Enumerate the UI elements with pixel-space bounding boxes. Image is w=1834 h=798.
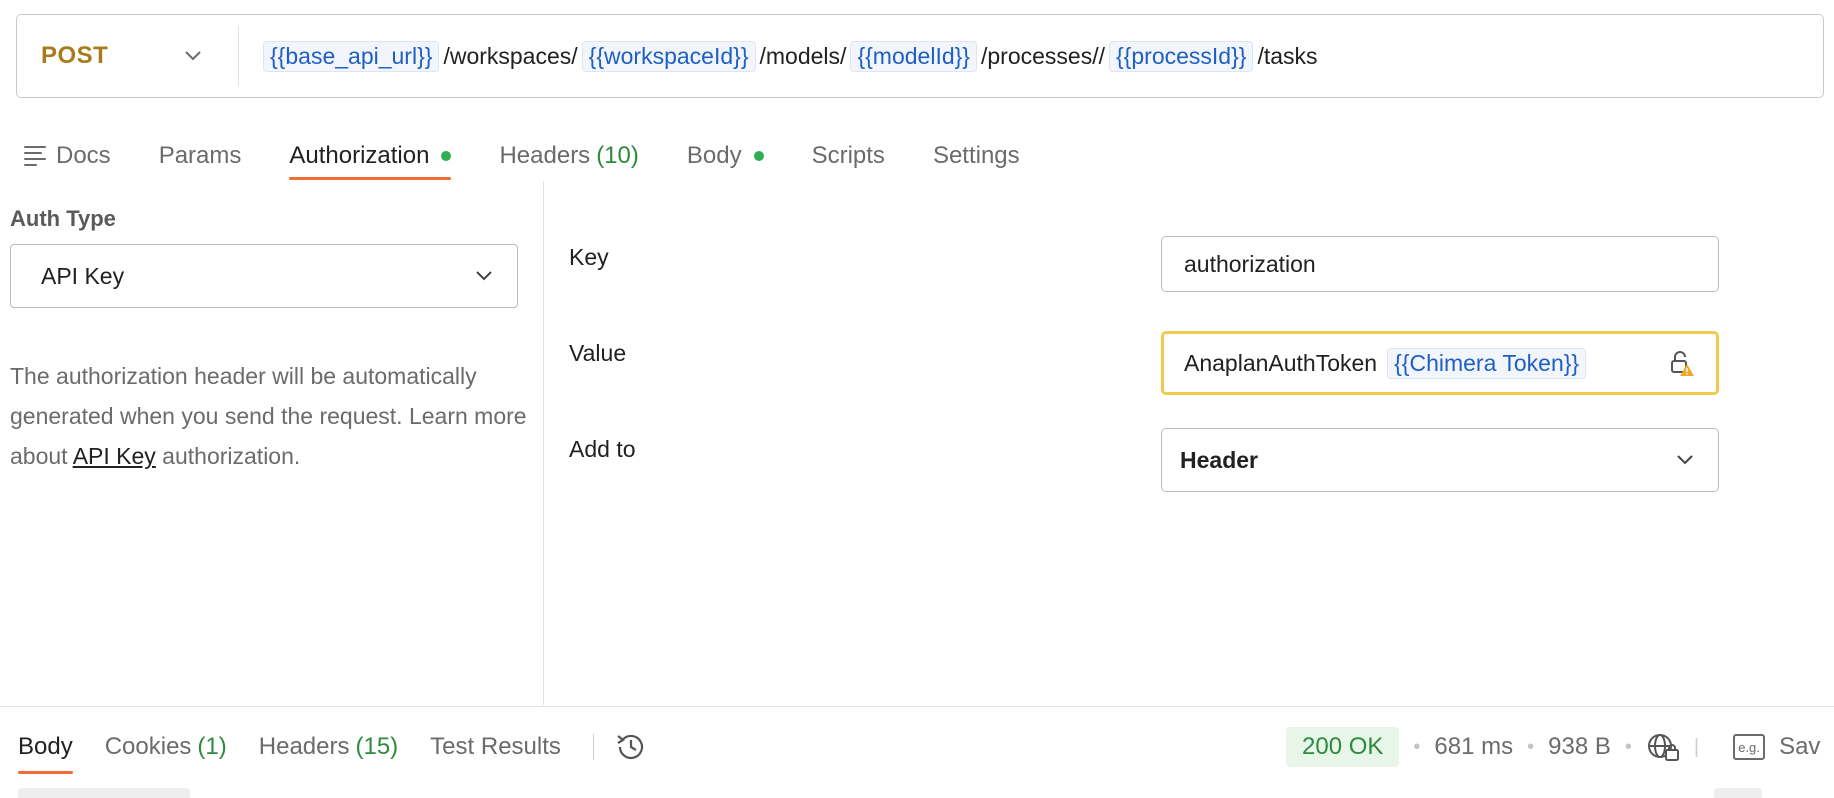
url-segment: /tasks xyxy=(1257,42,1318,69)
addto-value: Header xyxy=(1180,446,1258,473)
url-variable[interactable]: {{modelId}} xyxy=(850,40,977,72)
key-input[interactable]: authorization xyxy=(1161,236,1719,292)
value-input[interactable]: AnaplanAuthToken {{Chimera Token}} xyxy=(1161,331,1719,395)
tab-headers[interactable]: Headers (10) xyxy=(499,128,638,180)
auth-type-label: Auth Type xyxy=(10,206,116,231)
method-select[interactable]: POST xyxy=(17,26,239,86)
url-variable[interactable]: {{base_api_url}} xyxy=(263,40,440,72)
url-segment: /models/ xyxy=(759,42,847,69)
response-tab-cookies[interactable]: Cookies (1) xyxy=(105,720,227,774)
url-segment: /workspaces/ xyxy=(443,42,578,69)
tab-authorization-label: Authorization xyxy=(289,142,430,169)
response-tab-test-results[interactable]: Test Results xyxy=(430,720,561,774)
docs-icon xyxy=(24,146,46,166)
network-globe-icon[interactable] xyxy=(1646,732,1680,762)
tab-authorization[interactable]: Authorization xyxy=(289,128,452,180)
tab-docs[interactable]: Docs xyxy=(24,128,111,180)
example-icon: e.g. xyxy=(1733,734,1766,760)
url-segment: /processes// xyxy=(981,42,1105,69)
response-time[interactable]: 681 ms xyxy=(1434,733,1513,761)
response-divider xyxy=(0,706,1834,707)
tab-params[interactable]: Params xyxy=(159,128,242,180)
tab-headers-count: (10) xyxy=(596,142,639,169)
tab-scripts[interactable]: Scripts xyxy=(812,128,885,180)
tab-headers-label: Headers xyxy=(499,142,591,169)
url-input[interactable]: {{base_api_url}}/workspaces/{{workspaceI… xyxy=(239,40,1322,72)
history-icon[interactable] xyxy=(614,730,648,764)
modified-dot-icon xyxy=(753,151,764,161)
tab-body[interactable]: Body xyxy=(687,128,764,180)
response-size[interactable]: 938 B xyxy=(1548,733,1611,761)
api-key-docs-link[interactable]: API Key xyxy=(73,443,156,469)
auth-description: The authorization header will be automat… xyxy=(10,363,527,469)
method-label: POST xyxy=(41,42,109,69)
value-text: AnaplanAuthToken xyxy=(1184,349,1378,376)
save-response-label: Sav xyxy=(1779,733,1821,760)
separator xyxy=(592,734,594,760)
addto-select[interactable]: Header xyxy=(1161,428,1719,492)
value-variable: {{Chimera Token}} xyxy=(1387,347,1587,379)
save-response-button[interactable]: e.g. Sav xyxy=(1733,733,1820,761)
response-body-toolbar xyxy=(18,788,190,798)
url-variable[interactable]: {{workspaceId}} xyxy=(581,40,756,72)
value-label: Value xyxy=(569,340,627,366)
request-tabs: Docs Params Authorization Headers (10) B… xyxy=(24,128,1068,180)
response-tabs: Body Cookies (1) Headers (15) Test Resul… xyxy=(18,720,648,774)
chevron-down-icon xyxy=(476,271,492,281)
response-status-area: 200 OK • 681 ms • 938 B • | e.g. Sav xyxy=(1286,720,1820,774)
tab-scripts-label: Scripts xyxy=(811,142,885,169)
key-value: authorization xyxy=(1184,250,1316,277)
tab-docs-label: Docs xyxy=(56,142,111,169)
tab-settings[interactable]: Settings xyxy=(933,128,1020,180)
url-variable[interactable]: {{processId}} xyxy=(1109,40,1254,72)
auth-type-select[interactable]: API Key xyxy=(10,244,518,308)
unlock-warning-icon[interactable] xyxy=(1668,349,1696,377)
status-badge[interactable]: 200 OK xyxy=(1286,727,1400,767)
response-tab-headers[interactable]: Headers (15) xyxy=(259,720,398,774)
addto-label: Add to xyxy=(569,436,636,462)
key-label: Key xyxy=(569,244,609,270)
request-url-bar: POST {{base_api_url}}/workspaces/{{works… xyxy=(16,14,1824,98)
tab-params-label: Params xyxy=(158,142,242,169)
auth-type-value: API Key xyxy=(41,262,125,289)
panel-divider xyxy=(543,181,544,705)
response-tab-body[interactable]: Body xyxy=(18,720,73,774)
modified-dot-icon xyxy=(441,151,452,161)
chevron-down-icon xyxy=(185,51,201,61)
tab-settings-label: Settings xyxy=(932,142,1020,169)
tab-body-label: Body xyxy=(686,142,742,169)
chevron-down-icon xyxy=(1677,455,1693,465)
response-body-toolbar-right xyxy=(1714,788,1762,798)
